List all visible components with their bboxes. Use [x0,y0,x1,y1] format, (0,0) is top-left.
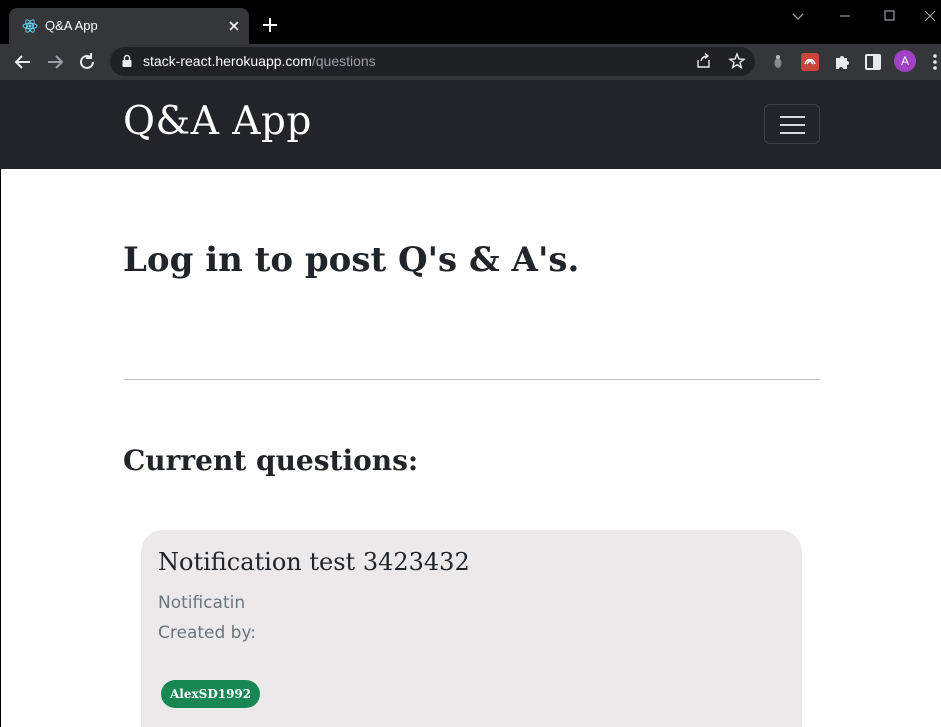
minimize-icon[interactable] [835,6,855,26]
bookmark-star-icon[interactable] [728,52,746,70]
extension-red-icon[interactable] [799,51,821,73]
question-card[interactable]: Notification test 3423432 Notificatin Cr… [141,530,802,727]
questions-heading: Current questions: [123,444,419,477]
more-menu-icon[interactable] [924,51,941,73]
side-panel-icon[interactable] [862,51,884,73]
url-text: stack-react.herokuapp.com/questions [143,53,376,69]
hamburger-icon-line [780,116,805,118]
browser-tab[interactable]: Q&A App [9,8,249,44]
navbar-toggler-button[interactable] [764,104,820,144]
question-body: Notificatin [158,593,246,613]
forward-arrow-icon[interactable] [44,51,66,73]
react-logo-icon [22,19,38,33]
back-arrow-icon[interactable] [12,51,34,73]
close-tab-icon[interactable] [226,18,242,34]
browser-tab-strip: Q&A App [0,0,941,44]
author-badge[interactable]: AlexSD1992 [161,680,261,708]
browser-toolbar: stack-react.herokuapp.com/questions [0,44,941,80]
hamburger-icon-line [780,132,805,134]
extension-gray-icon[interactable] [767,51,789,73]
close-window-icon[interactable] [920,6,940,26]
reload-icon[interactable] [76,51,98,73]
share-icon[interactable] [695,52,713,70]
tab-title: Q&A App [45,18,98,33]
maximize-icon[interactable] [880,6,900,26]
extensions-puzzle-icon[interactable] [831,51,853,73]
question-title[interactable]: Notification test 3423432 [158,548,470,576]
new-tab-icon[interactable] [260,15,280,35]
hamburger-icon-line [780,124,805,126]
section-divider [124,379,820,380]
tab-search-chevron-icon[interactable] [788,6,808,26]
address-bar[interactable]: stack-react.herokuapp.com/questions [110,47,755,76]
created-by-label: Created by: [158,623,257,643]
navbar-brand[interactable]: Q&A App [123,99,312,144]
lock-icon [122,54,132,67]
profile-avatar[interactable]: A [894,50,916,72]
login-prompt-heading: Log in to post Q's & A's. [123,240,580,280]
